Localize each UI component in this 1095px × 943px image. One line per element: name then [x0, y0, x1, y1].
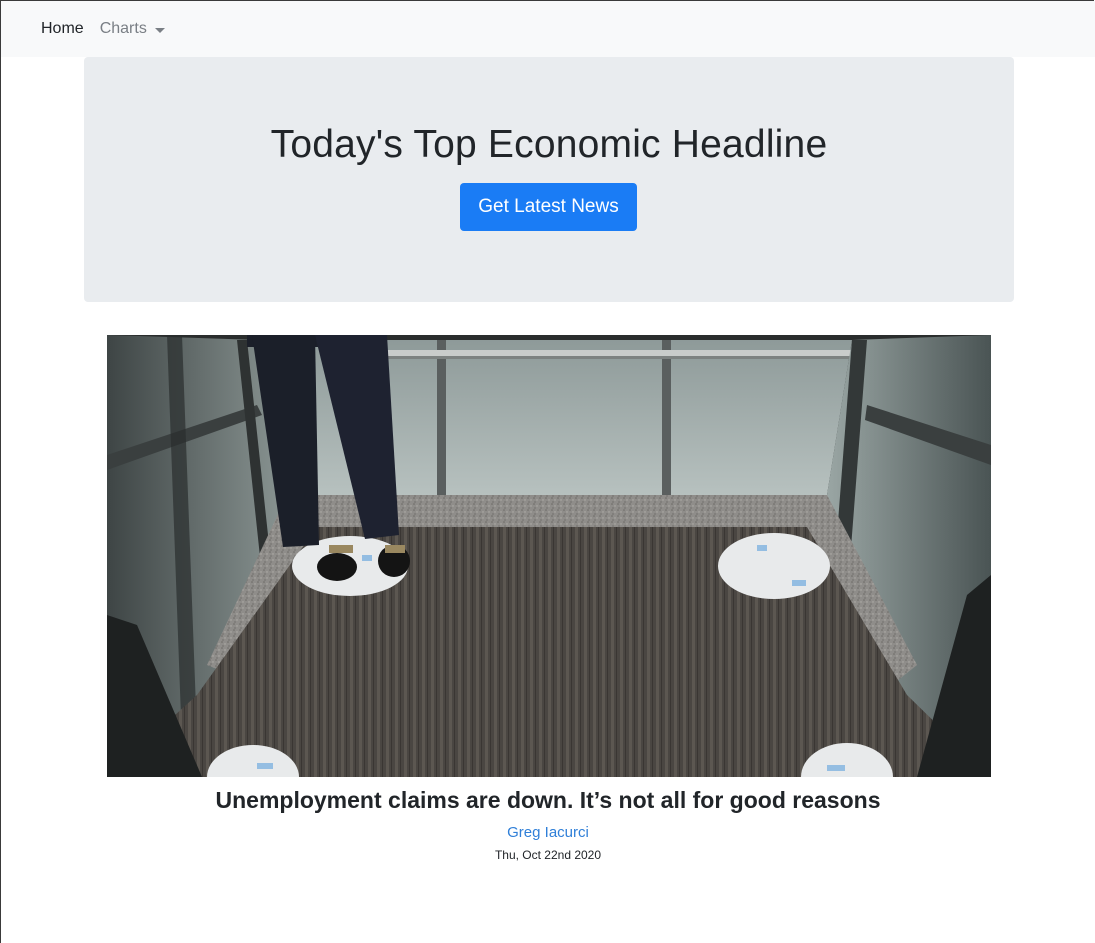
page-title: Today's Top Economic Headline: [270, 123, 828, 166]
navbar: Home Charts: [1, 1, 1095, 57]
article-date: Thu, Oct 22nd 2020: [494, 848, 602, 862]
article-headline[interactable]: Unemployment claims are down. It’s not a…: [1, 787, 1095, 814]
jumbotron: Today's Top Economic Headline Get Latest…: [84, 57, 1014, 302]
elevator-photo-icon: [107, 335, 991, 777]
nav-charts-dropdown[interactable]: Charts: [100, 20, 165, 38]
nav-home-link[interactable]: Home: [41, 20, 84, 38]
nav-charts-label: Charts: [99, 20, 147, 37]
article-image: [107, 335, 991, 777]
caret-down-icon: [154, 27, 165, 33]
article-author-link[interactable]: Greg Iacurci: [1, 824, 1095, 841]
get-latest-news-button[interactable]: Get Latest News: [460, 183, 637, 231]
page: Home Charts Today's Top Economic Headlin…: [0, 0, 1095, 943]
